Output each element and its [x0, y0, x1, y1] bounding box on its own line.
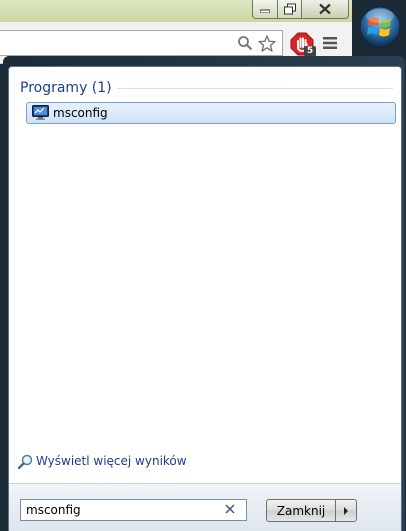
shutdown-button[interactable]: Zamknij — [266, 499, 336, 522]
minimize-icon — [260, 9, 270, 13]
chevron-right-icon — [344, 507, 348, 515]
header-divider — [117, 88, 393, 89]
msconfig-icon — [32, 105, 49, 120]
close-icon — [319, 3, 331, 15]
minimize-button[interactable] — [252, 0, 278, 19]
restore-icon — [283, 3, 296, 15]
start-menu: Programy (1) msconfig Wyświetl więcej wy… — [3, 56, 405, 531]
browser-titlebar — [0, 0, 352, 22]
address-bar[interactable] — [0, 30, 283, 56]
windows-start-orb-icon[interactable] — [358, 5, 402, 49]
desktop: 5 Programy (1) msconfig Wyświetl więcej … — [0, 0, 406, 531]
magnifier-icon — [18, 454, 33, 469]
shutdown-options-button[interactable] — [335, 499, 357, 522]
menu-icon[interactable] — [323, 36, 337, 50]
shutdown-group: Zamknij — [266, 499, 357, 522]
search-bar-area: Zamknij — [9, 483, 401, 531]
search-results-pane: Programy (1) msconfig Wyświetl więcej wy… — [8, 66, 402, 531]
results-category-header: Programy (1) — [20, 80, 112, 96]
see-more-results-label: Wyświetl więcej wyników — [36, 454, 187, 468]
start-search-input[interactable] — [20, 499, 247, 521]
zoom-icon[interactable] — [237, 35, 253, 51]
restore-button[interactable] — [277, 0, 302, 19]
bookmark-star-icon[interactable] — [258, 35, 276, 52]
result-item-label: msconfig — [53, 106, 108, 120]
result-item-msconfig[interactable]: msconfig — [26, 102, 396, 124]
close-button[interactable] — [301, 0, 349, 19]
clear-search-icon[interactable] — [225, 504, 235, 514]
